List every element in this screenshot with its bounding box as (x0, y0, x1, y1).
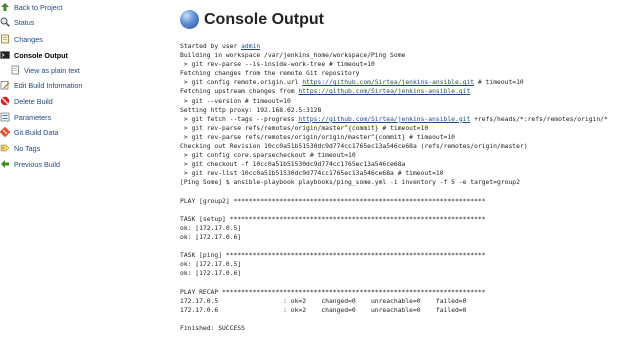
console-line: Started by user (180, 43, 242, 50)
console-line: ok: [172.17.0.5] (180, 261, 242, 269)
sidebar-item-status[interactable]: Status (0, 14, 34, 30)
console-line: Fetching changes from the remote Git rep… (180, 70, 360, 78)
console-line: Checking out Revision 10cc0a51b51530dc9d… (180, 143, 528, 151)
page-title: Console Output (204, 10, 324, 28)
console-line: +refs/heads/*:refs/remotes/origin/* (470, 115, 608, 123)
sidebar-item-console-output[interactable]: Console Output (0, 47, 68, 63)
console-line: Building in workspace /var/jenkins_home/… (180, 52, 406, 60)
console-line: Setting http proxy: 192.168.62.5:3128 (180, 106, 322, 114)
sidebar-item-previous-build[interactable]: Previous Build (0, 156, 60, 172)
console-line: > git rev-parse refs/remotes/origin/orig… (180, 133, 455, 141)
user-link[interactable]: admin (241, 43, 260, 50)
console-line: > git checkout -f 10cc0a51b51530dc9d774c… (180, 161, 406, 169)
console-line: Finished: SUCCESS (180, 324, 245, 332)
sidebar-item-parameters[interactable]: Parameters (0, 109, 51, 125)
sidebar-item-changes[interactable]: Changes (0, 31, 43, 47)
console-line: ok: [172.17.0.6] (180, 233, 242, 241)
console-line: PLAY RECAP *****************************… (180, 288, 486, 296)
parameters-icon (0, 112, 10, 122)
sidebar-item-label: Git Build Data (14, 127, 59, 137)
repo-link[interactable]: https://github.com/Sirtea/jenkins-ansibl… (298, 116, 470, 123)
sidebar-item-label: Status (14, 17, 35, 27)
console-line: # timeout=10 (474, 79, 524, 87)
console-line: > git config remote.origin.url (180, 79, 303, 87)
repo-link[interactable]: https://github.com/Sirtea/jenkins-ansibl… (298, 88, 470, 95)
sidebar-item-label: No Tags (14, 143, 41, 153)
console-line: PLAY [group2] **************************… (180, 197, 486, 205)
page-header: Console Output (180, 10, 324, 29)
console-line: > git rev-parse refs/remotes/origin/mast… (180, 124, 429, 132)
sidebar-item-delete-build[interactable]: Delete Build (0, 93, 53, 109)
sidebar-item-git-build-data[interactable]: Git Build Data (0, 124, 58, 140)
console-line: 172.17.0.6 : ok=2 changed=0 unreachable=… (180, 306, 467, 314)
console-line: > git --version # timeout=10 (180, 97, 291, 105)
git-icon (0, 127, 10, 137)
console-line: ok: [172.17.0.5] (180, 224, 242, 232)
terminal-icon (0, 51, 10, 59)
search-icon (0, 17, 10, 27)
console-line: > git fetch --tags --progress (180, 115, 299, 123)
console-line: > git rev-parse --is-inside-work-tree # … (180, 61, 375, 69)
sidebar-item-label: Changes (14, 34, 43, 44)
notepad-icon (1, 34, 9, 44)
console-line: > git config core.sparsecheckout # timeo… (180, 152, 356, 160)
sidebar-item-view-as-plain-text[interactable]: View as plain text (10, 62, 80, 78)
sidebar-item-label: Console Output (14, 50, 68, 60)
console-line: 172.17.0.5 : ok=2 changed=0 unreachable=… (180, 297, 467, 305)
edit-icon (0, 81, 10, 90)
sidebar-item-label: Edit Build Information (14, 80, 83, 90)
sidebar-item-label: Delete Build (14, 96, 53, 106)
console-line: ok: [172.17.0.6] (180, 270, 242, 278)
console-line: TASK [ping] ****************************… (180, 252, 486, 260)
console-line: TASK [setup] ***************************… (180, 215, 486, 223)
console-line: [Ping Some] $ ansible-playbook playbooks… (180, 179, 520, 187)
sidebar-item-back-to-project[interactable]: Back to Project (0, 0, 62, 15)
console-line: Fetching upstream changes from (180, 88, 299, 96)
sidebar-item-label: View as plain text (24, 65, 80, 75)
console-output: Started by user admin Building in worksp… (180, 42, 608, 333)
up-arrow-icon (1, 3, 9, 11)
sidebar-item-label: Previous Build (14, 159, 60, 169)
no-entry-icon (0, 96, 10, 106)
repo-link[interactable]: https://github.com/Sirtea/jenkins-ansibl… (302, 79, 474, 86)
sidebar-item-label: Parameters (14, 112, 52, 122)
sidebar-item-label: Back to Project (14, 2, 63, 12)
left-arrow-icon (1, 160, 9, 168)
sidebar-item-no-tags[interactable]: No Tags (0, 140, 40, 156)
sidebar: Back to Project Status Changes Console O… (0, 0, 170, 352)
sidebar-item-edit-build-information[interactable]: Edit Build Information (0, 77, 82, 93)
tag-icon (0, 144, 10, 152)
console-line: > git rev-list 10cc0a51b51530dc9d774cc17… (180, 170, 444, 178)
build-status-ball-icon (180, 10, 199, 29)
document-icon (11, 65, 19, 75)
